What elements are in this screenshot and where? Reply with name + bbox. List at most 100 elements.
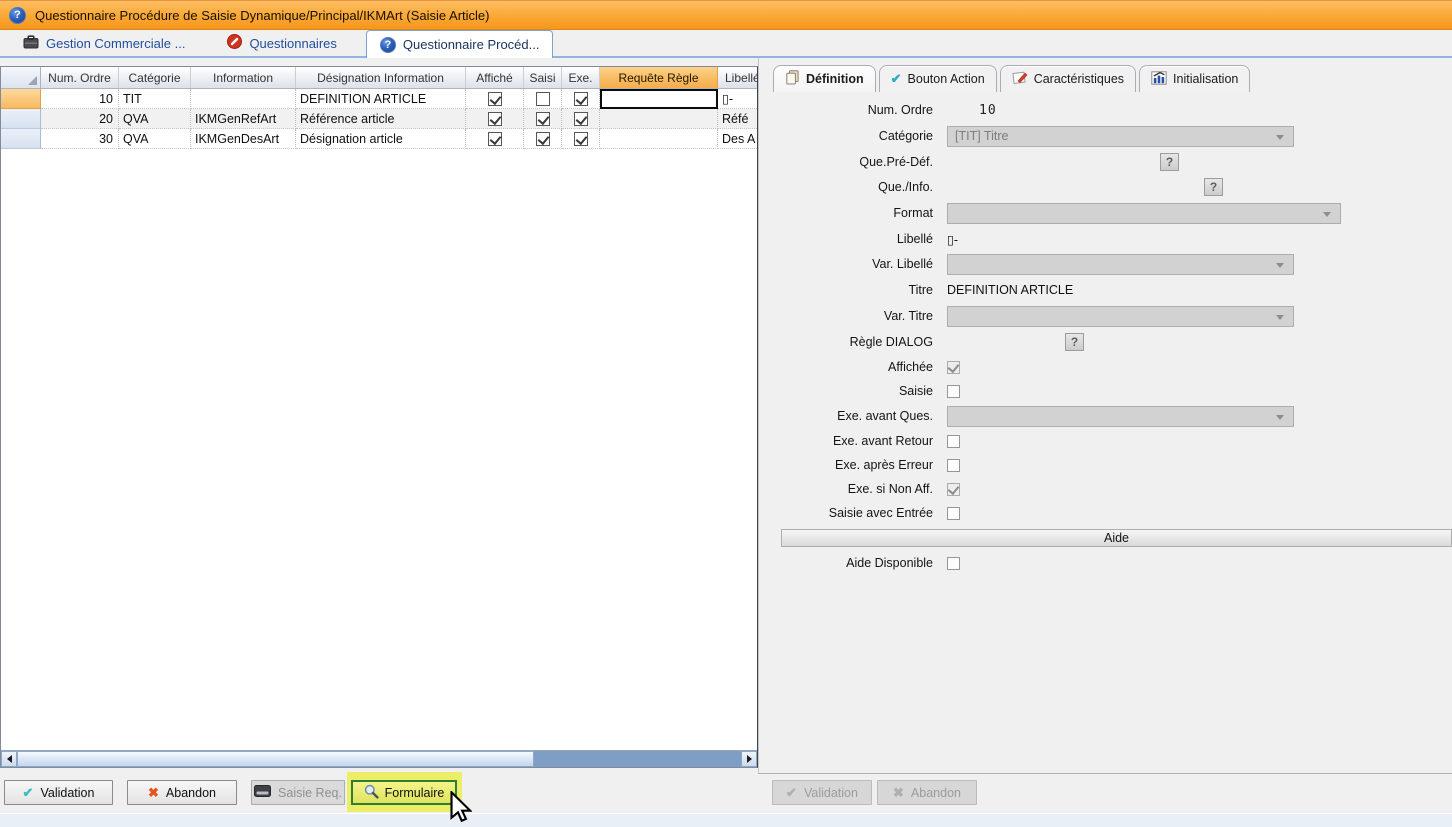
grid-row[interactable]: 30 QVA IKMGenDesArt Désignation article … xyxy=(1,129,757,149)
formulaire-button[interactable]: Formulaire xyxy=(351,780,457,805)
checkbox-affiche[interactable] xyxy=(488,132,502,146)
application-window: ? Questionnaire Procédure de Saisie Dyna… xyxy=(0,0,1452,827)
mdi-tab-questionnaire-procedure[interactable]: ? Questionnaire Procéd... xyxy=(366,30,554,58)
exe-avant-retour-checkbox[interactable] xyxy=(947,435,960,448)
cell-requete-regle[interactable] xyxy=(600,109,718,129)
column-header-num-ordre[interactable]: Num. Ordre xyxy=(41,67,119,88)
column-header-libelle[interactable]: Libellé xyxy=(718,67,759,88)
horizontal-scrollbar[interactable] xyxy=(1,750,757,767)
form-row-categorie: Catégorie [TIT] Titre xyxy=(769,125,1446,147)
form-row-titre: Titre DEFINITION ARTICLE xyxy=(769,279,1446,301)
column-header-designation[interactable]: Désignation Information xyxy=(296,67,466,88)
cell-affiche[interactable] xyxy=(466,129,524,149)
tab-bouton-action[interactable]: ✔ Bouton Action xyxy=(879,65,997,92)
cell-information[interactable]: IKMGenRefArt xyxy=(191,109,296,129)
mdi-tab-gestion-commerciale[interactable]: Gestion Commerciale ... xyxy=(10,30,198,56)
cell-saisi[interactable] xyxy=(524,129,562,149)
help-icon: ? xyxy=(9,7,26,24)
tab-label: Initialisation xyxy=(1173,72,1238,86)
aide-section-header: Aide xyxy=(781,529,1452,547)
detail-panel: Définition ✔ Bouton Action Caractéristiq… xyxy=(758,58,1452,774)
saisie-checkbox[interactable] xyxy=(947,385,960,398)
checkbox-exe[interactable] xyxy=(574,92,588,106)
terminal-icon xyxy=(254,785,271,800)
tab-initialisation[interactable]: Initialisation xyxy=(1139,65,1250,92)
row-header-selected[interactable] xyxy=(1,89,41,109)
checkbox-affiche[interactable] xyxy=(488,112,502,126)
cell-num-ordre[interactable]: 30 xyxy=(41,129,119,149)
checkbox-affiche[interactable] xyxy=(488,92,502,106)
mdi-tab-questionnaires[interactable]: Questionnaires xyxy=(214,30,349,56)
regle-dialog-lookup-button[interactable]: ? xyxy=(1065,333,1084,351)
grid-row[interactable]: 20 QVA IKMGenRefArt Référence article Ré… xyxy=(1,109,757,129)
cell-saisi[interactable] xyxy=(524,109,562,129)
exe-apres-erreur-checkbox[interactable] xyxy=(947,459,960,472)
grid-row[interactable]: 10 TIT DEFINITION ARTICLE ▯- xyxy=(1,89,757,109)
checkbox-exe[interactable] xyxy=(574,112,588,126)
cell-designation[interactable]: Référence article xyxy=(296,109,466,129)
cell-categorie[interactable]: QVA xyxy=(119,129,191,149)
cell-affiche[interactable] xyxy=(466,89,524,109)
aide-disponible-checkbox[interactable] xyxy=(947,557,960,570)
validation-button[interactable]: ✔ Validation xyxy=(4,780,113,805)
cell-libelle[interactable]: Réfé xyxy=(718,109,759,129)
document-pages-icon xyxy=(785,70,800,88)
form-row-var-libelle: Var. Libellé xyxy=(769,253,1446,275)
status-strip xyxy=(0,813,1452,827)
cell-exe[interactable] xyxy=(562,129,600,149)
row-header[interactable] xyxy=(1,129,41,149)
form-row-exe-apres-erreur: Exe. après Erreur xyxy=(769,454,1446,476)
detail-tab-strip: Définition ✔ Bouton Action Caractéristiq… xyxy=(773,65,1253,92)
cell-information[interactable] xyxy=(191,89,296,109)
format-dropdown[interactable] xyxy=(947,203,1341,224)
checkbox-saisi[interactable] xyxy=(536,112,550,126)
abandon-button[interactable]: ✖ Abandon xyxy=(127,780,237,805)
tab-label: Bouton Action xyxy=(908,72,985,86)
que-pre-def-lookup-button[interactable]: ? xyxy=(1160,153,1179,171)
checkbox-saisi[interactable] xyxy=(536,132,550,146)
chart-icon xyxy=(1151,70,1167,88)
scroll-right-button[interactable] xyxy=(741,751,757,767)
cell-requete-regle[interactable] xyxy=(600,129,718,149)
column-header-exe[interactable]: Exe. xyxy=(562,67,600,88)
cell-exe[interactable] xyxy=(562,109,600,129)
cell-categorie[interactable]: TIT xyxy=(119,89,191,109)
tab-definition[interactable]: Définition xyxy=(773,65,876,92)
exe-avant-ques-dropdown[interactable] xyxy=(947,406,1294,427)
column-header-categorie[interactable]: Catégorie xyxy=(119,67,191,88)
categorie-dropdown[interactable]: [TIT] Titre xyxy=(947,126,1294,147)
var-libelle-dropdown[interactable] xyxy=(947,254,1294,275)
cell-designation[interactable]: DEFINITION ARTICLE xyxy=(296,89,466,109)
button-label: Validation xyxy=(804,786,858,800)
tab-caracteristiques[interactable]: Caractéristiques xyxy=(1000,65,1136,92)
que-info-lookup-button[interactable]: ? xyxy=(1204,178,1223,196)
form-row-aide-disponible: Aide Disponible xyxy=(769,552,1446,574)
cell-requete-regle-selected[interactable] xyxy=(600,89,718,109)
cell-num-ordre[interactable]: 20 xyxy=(41,109,119,129)
checkbox-exe[interactable] xyxy=(574,132,588,146)
cell-designation[interactable]: Désignation article xyxy=(296,129,466,149)
checkbox-saisi[interactable] xyxy=(536,92,550,106)
column-header-requete-regle[interactable]: Requête Règle xyxy=(600,67,718,88)
no-entry-icon xyxy=(227,34,242,52)
column-header-saisi[interactable]: Saisi xyxy=(524,67,562,88)
cell-affiche[interactable] xyxy=(466,109,524,129)
cell-libelle[interactable]: ▯- xyxy=(718,89,759,109)
select-all-corner[interactable] xyxy=(1,67,41,88)
cell-saisi[interactable] xyxy=(524,89,562,109)
cell-libelle[interactable]: Des A xyxy=(718,129,759,149)
saisie-avec-entree-checkbox[interactable] xyxy=(947,507,960,520)
cell-information[interactable]: IKMGenDesArt xyxy=(191,129,296,149)
questions-grid: Num. Ordre Catégorie Information Désigna… xyxy=(0,66,758,768)
cell-exe[interactable] xyxy=(562,89,600,109)
cell-categorie[interactable]: QVA xyxy=(119,109,191,129)
cell-num-ordre[interactable]: 10 xyxy=(41,89,119,109)
var-titre-dropdown[interactable] xyxy=(947,306,1294,327)
scroll-left-button[interactable] xyxy=(1,751,17,767)
scrollbar-track[interactable] xyxy=(534,751,741,767)
field-label: Num. Ordre xyxy=(769,103,947,117)
column-header-information[interactable]: Information xyxy=(191,67,296,88)
scrollbar-thumb[interactable] xyxy=(17,751,534,767)
column-header-affiche[interactable]: Affiché xyxy=(466,67,524,88)
row-header[interactable] xyxy=(1,109,41,129)
